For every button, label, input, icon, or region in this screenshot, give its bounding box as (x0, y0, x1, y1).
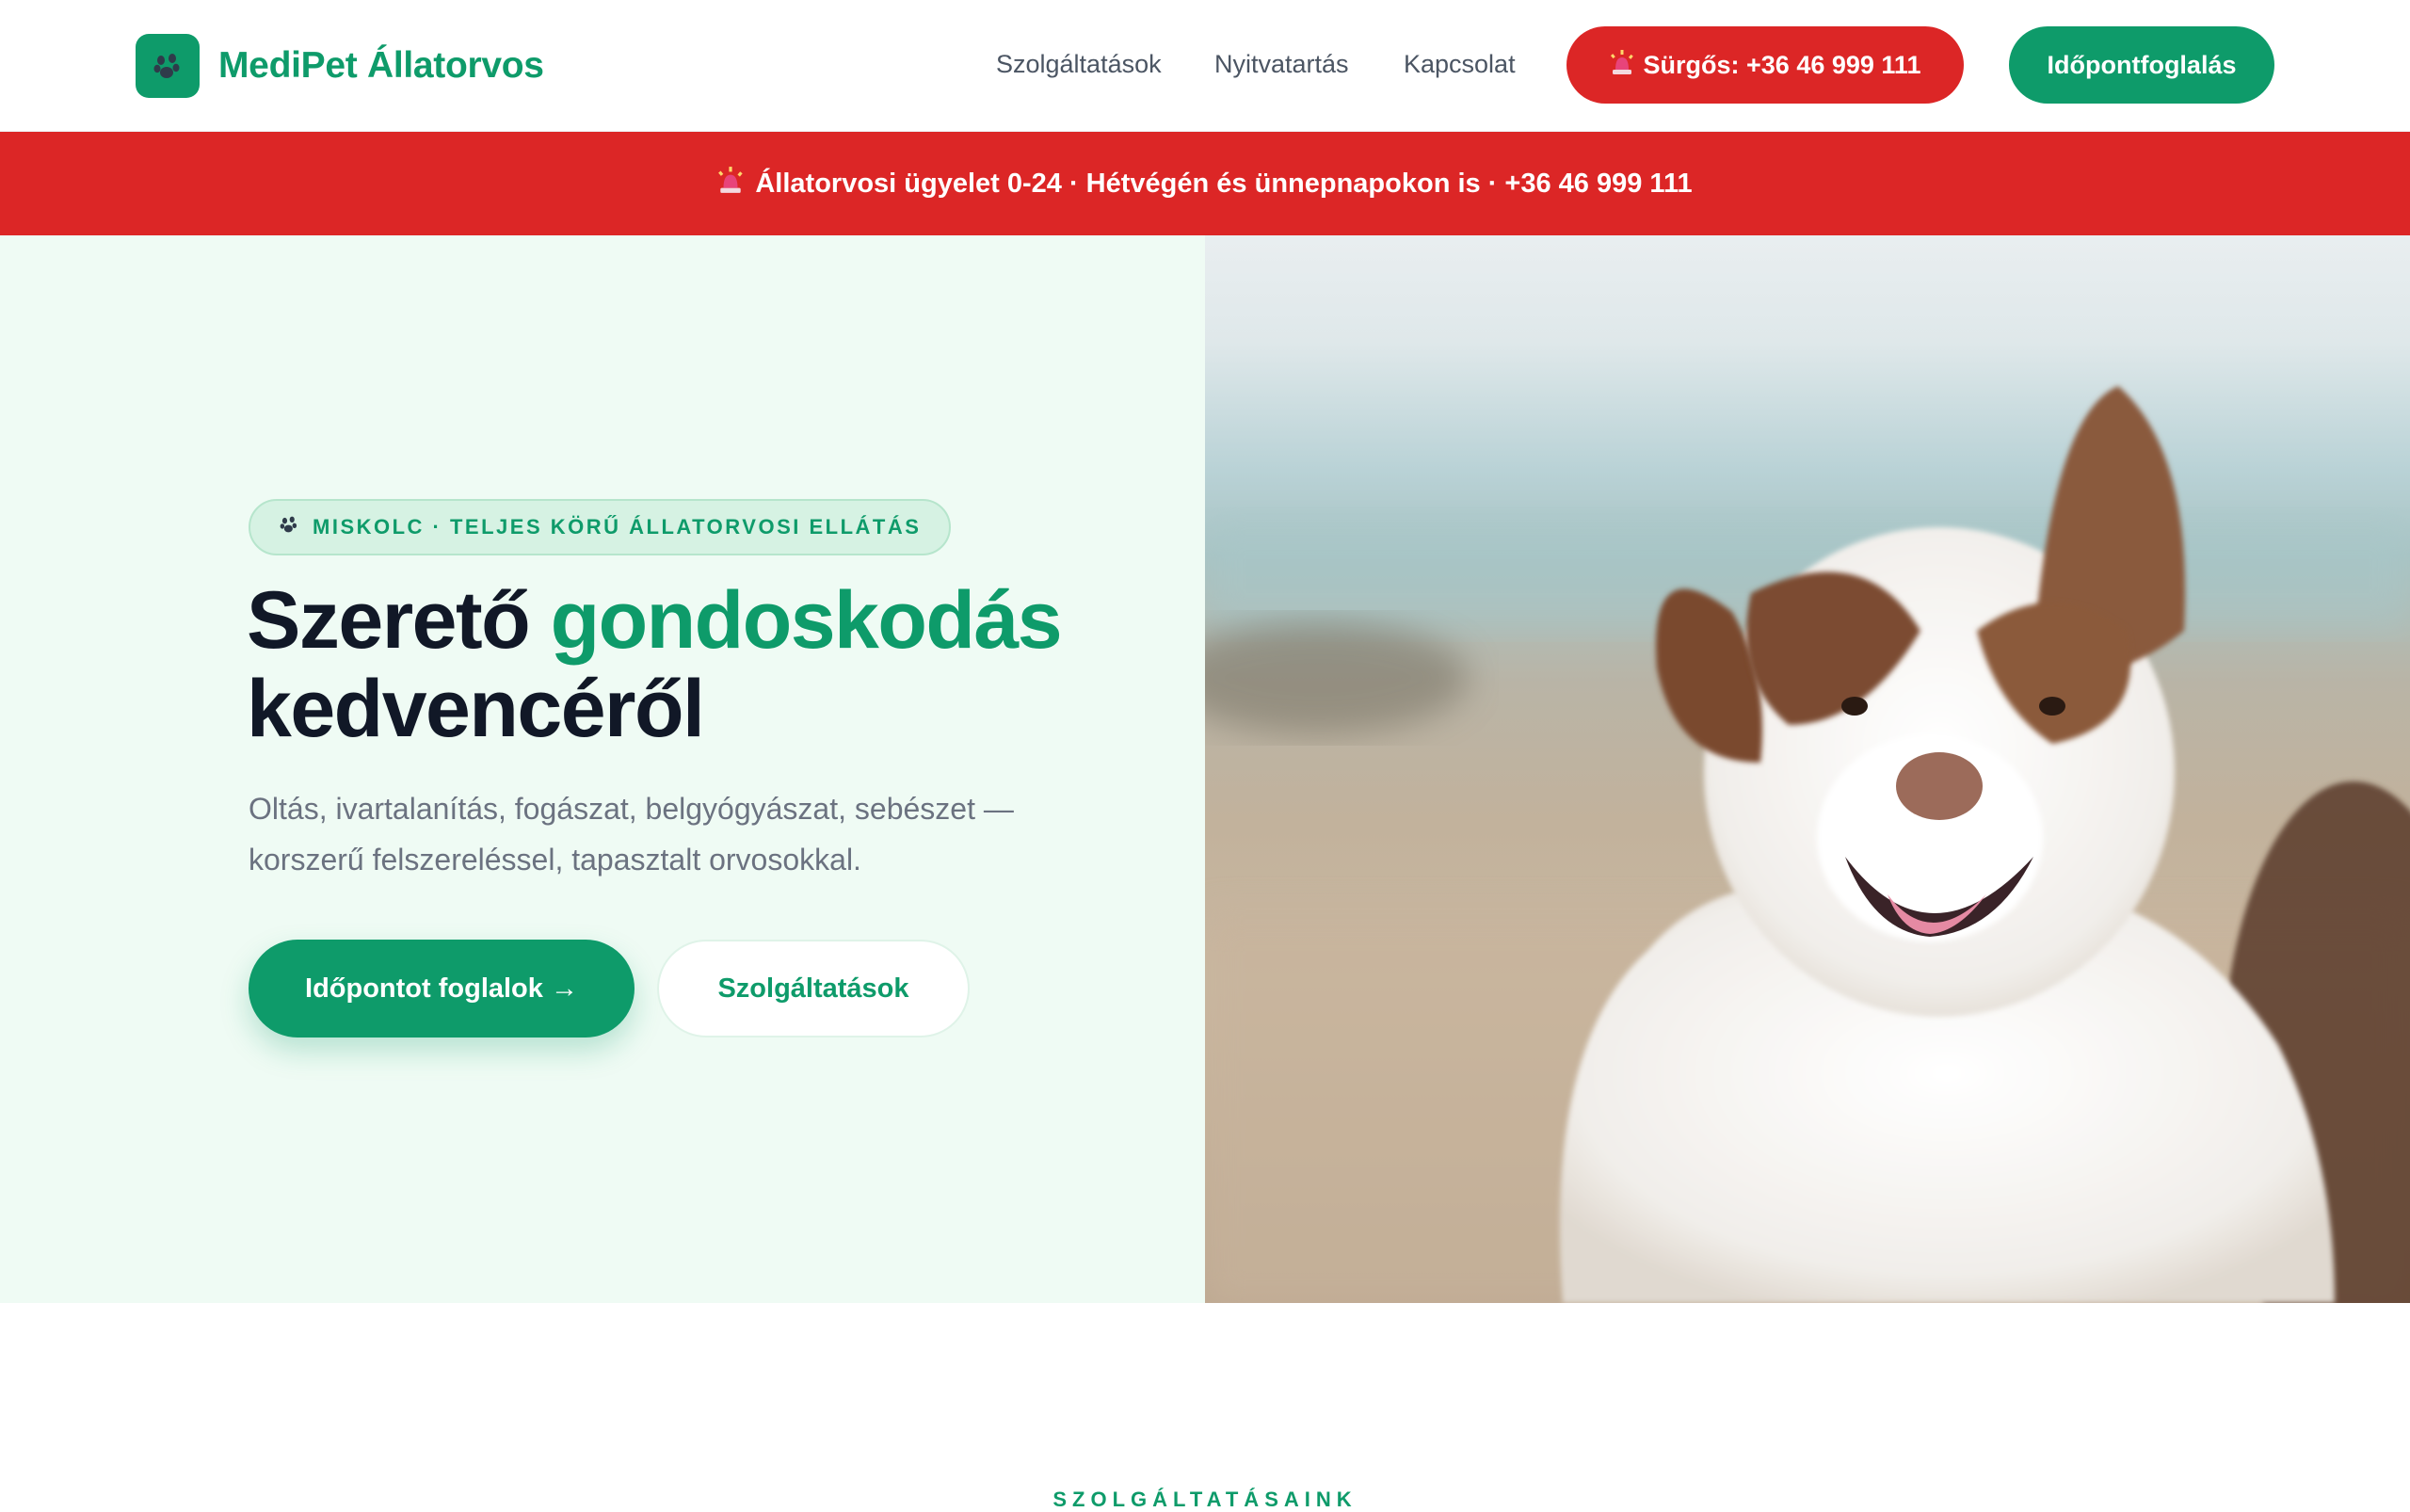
book-appointment-button[interactable]: Időpontfoglalás (2009, 26, 2274, 104)
siren-icon (1610, 49, 1634, 82)
services-section-label: SZOLGÁLTATÁSAINK (1052, 1488, 1358, 1511)
book-now-button[interactable]: Időpontot foglalok → (249, 940, 635, 1037)
emergency-banner-text: Állatorvosi ügyelet 0-24 · Hétvégén és ü… (755, 168, 1693, 199)
brand[interactable]: MediPet Állatorvos (136, 34, 544, 98)
services-button[interactable]: Szolgáltatások (657, 940, 970, 1037)
paw-icon (279, 514, 299, 540)
hero-title-part2: kedvencéről (247, 664, 705, 754)
nav-link-services[interactable]: Szolgáltatások (996, 50, 1162, 79)
urgent-call-button[interactable]: Sürgős: +36 46 999 111 (1566, 26, 1964, 104)
location-badge-text: MISKOLC · TELJES KÖRŰ ÁLLATORVOSI ELLÁTÁ… (313, 515, 922, 539)
urgent-call-label: Sürgős: +36 46 999 111 (1643, 50, 1921, 79)
brand-name: MediPet Állatorvos (218, 45, 544, 86)
nav-link-opening-hours[interactable]: Nyitvatartás (1214, 50, 1349, 79)
location-badge: MISKOLC · TELJES KÖRŰ ÁLLATORVOSI ELLÁTÁ… (249, 499, 952, 555)
site-header: MediPet Állatorvos Szolgáltatások Nyitva… (0, 0, 2410, 132)
hero-subtitle: Oltás, ivartalanítás, fogászat, belgyógy… (249, 792, 1014, 877)
siren-icon (717, 166, 744, 201)
hero-content (0, 235, 1205, 1303)
paw-icon (136, 34, 200, 98)
dog-photo (1205, 235, 2410, 1303)
hero-title-part1: Szerető (247, 575, 551, 666)
hero-title-accent: gondoskodás (550, 575, 1063, 666)
emergency-banner: Állatorvosi ügyelet 0-24 · Hétvégén és ü… (0, 132, 2410, 235)
hero-title: Szerető gondoskodás kedvencéről (247, 576, 1188, 753)
nav-link-contact[interactable]: Kapcsolat (1404, 50, 1516, 79)
